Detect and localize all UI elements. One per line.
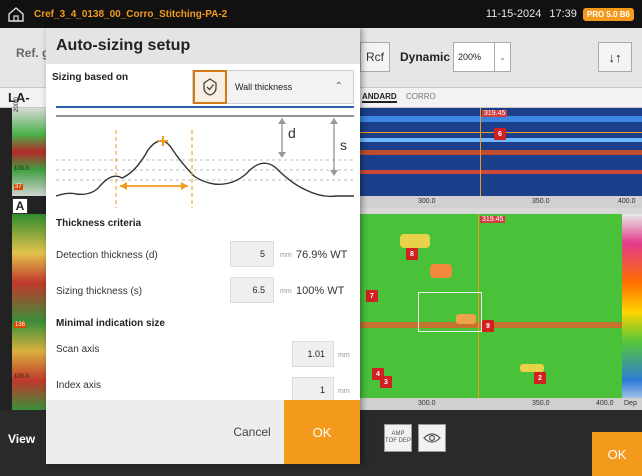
view-letter-a[interactable]: A [12,198,28,214]
strip-a-tick: 100.0 [14,166,30,172]
cursor-value: 319.45 [482,110,508,117]
detection-thickness-pct: 76.9% WT [296,249,348,261]
minimal-indication-heading: Minimal indication size [56,318,165,329]
sizing-based-on-value: Wall thickness [235,82,293,92]
scan-band [360,150,642,155]
scan-axis-unit: mm [338,352,350,359]
diagram-s-label: s [340,137,347,153]
chevron-down-icon: ⌄ [494,43,510,71]
tab-standard[interactable]: ANDARD [362,92,397,103]
dialog-title: Auto-sizing setup [46,28,360,64]
strip-b-tick: 136 [14,322,27,328]
scan-blob [520,364,544,372]
eye-icon [423,433,441,443]
c-scan-view-b[interactable]: 319.45 8 7 9 4 3 2 [360,214,642,410]
detection-thickness-input[interactable]: 5 [230,241,274,267]
axis-a-tick: 350.0 [532,198,550,205]
color-palette [622,214,642,410]
index-axis-label: Index axis [56,380,102,391]
main-ok-button[interactable]: OK [592,432,642,476]
auto-sizing-dialog: Auto-sizing setup Sizing based on Wall t… [46,28,360,464]
cursor-value: 319.45 [480,216,506,223]
b-scan-strip: 136 100.0 [12,214,46,410]
dynamic-value: 200% [458,52,482,62]
sizing-thickness-unit: mm [280,288,292,295]
sizing-thickness-pct: 100% WT [296,285,345,297]
view-label: View [8,432,36,446]
axis-a-tick: 400.0 [618,198,636,205]
detection-thickness-unit: mm [280,252,292,259]
visibility-button[interactable] [418,424,446,452]
sizing-thickness-label: Sizing thickness (s) [56,286,143,297]
axis-b-tick: 400.0 [596,400,614,407]
indication-marker[interactable]: 8 [406,248,418,260]
c-scan-view-a[interactable]: 319.45 6 [360,108,642,196]
version-badge: PRO 5.0 B6 [582,7,634,21]
sort-button[interactable]: ↓↑ [598,42,632,72]
indication-marker[interactable]: 2 [534,372,546,384]
wall-thickness-icon [193,70,227,104]
index-axis-unit: mm [338,388,350,395]
a-scan-strip: 200.0 100.0 37 [12,97,46,196]
dynamic-select[interactable]: 200% ⌄ [453,42,511,72]
indication-marker[interactable]: 3 [380,376,392,388]
wall-thickness-diagram: d s [56,112,354,208]
dynamic-label: Dynamic [400,50,451,64]
scan-axis-input[interactable]: 1.01 [292,341,334,367]
scan-band [360,170,642,174]
indication-marker[interactable]: 6 [494,128,506,140]
amp-tof-dep-label: AMP TOF DEP [385,431,411,444]
indication-marker[interactable]: 7 [366,290,378,302]
axis-b-tick: 350.0 [532,400,550,407]
sort-arrows-icon: ↓↑ [608,49,622,65]
indication-box[interactable] [418,292,482,332]
home-icon[interactable] [6,5,26,23]
cursor-line[interactable] [480,108,481,196]
tab-corro[interactable]: CORRO [406,92,436,101]
chevron-up-icon: ⌃ [334,81,343,92]
status-time: 17:39 [549,8,577,20]
axis-a: 300.0 350.0 400.0 [360,196,642,208]
strip-b-tick: 100.0 [14,374,30,380]
strip-a-tick: 37 [14,184,23,190]
thickness-criteria-heading: Thickness criteria [56,218,142,229]
indication-marker[interactable]: 9 [482,320,494,332]
scan-axis-label: Scan axis [56,344,100,355]
dialog-footer: Cancel OK [46,400,360,464]
axis-b-tick: 300.0 [418,400,436,407]
select-underline [56,106,354,108]
detection-thickness-label: Detection thickness (d) [56,250,158,261]
diagram-d-label: d [288,125,296,141]
sizing-based-on-label: Sizing based on [52,72,129,83]
strip-a-tick: 200.0 [14,96,20,112]
status-bar: Cref_3_4_0138_00_Corro_Stitching-PA-2 11… [0,0,642,28]
sizing-based-on-select[interactable]: Wall thickness ⌃ [192,70,354,104]
rcf-button[interactable]: Rcf [360,42,390,72]
scan-blob [430,264,452,278]
axis-b-unit: Dep [624,400,637,407]
axis-b: 300.0 350.0 400.0 Dep [360,398,642,410]
ref-label: Ref. g [16,46,50,60]
amp-tof-dep-button[interactable]: AMP TOF DEP [384,424,412,452]
status-date: 11-15-2024 [485,8,542,20]
scan-blob [400,234,430,248]
sizing-thickness-input[interactable]: 6.5 [230,277,274,303]
ok-button[interactable]: OK [284,400,360,464]
cancel-button[interactable]: Cancel [224,400,280,464]
axis-a-tick: 300.0 [418,198,436,205]
file-name: Cref_3_4_0138_00_Corro_Stitching-PA-2 [34,8,228,20]
